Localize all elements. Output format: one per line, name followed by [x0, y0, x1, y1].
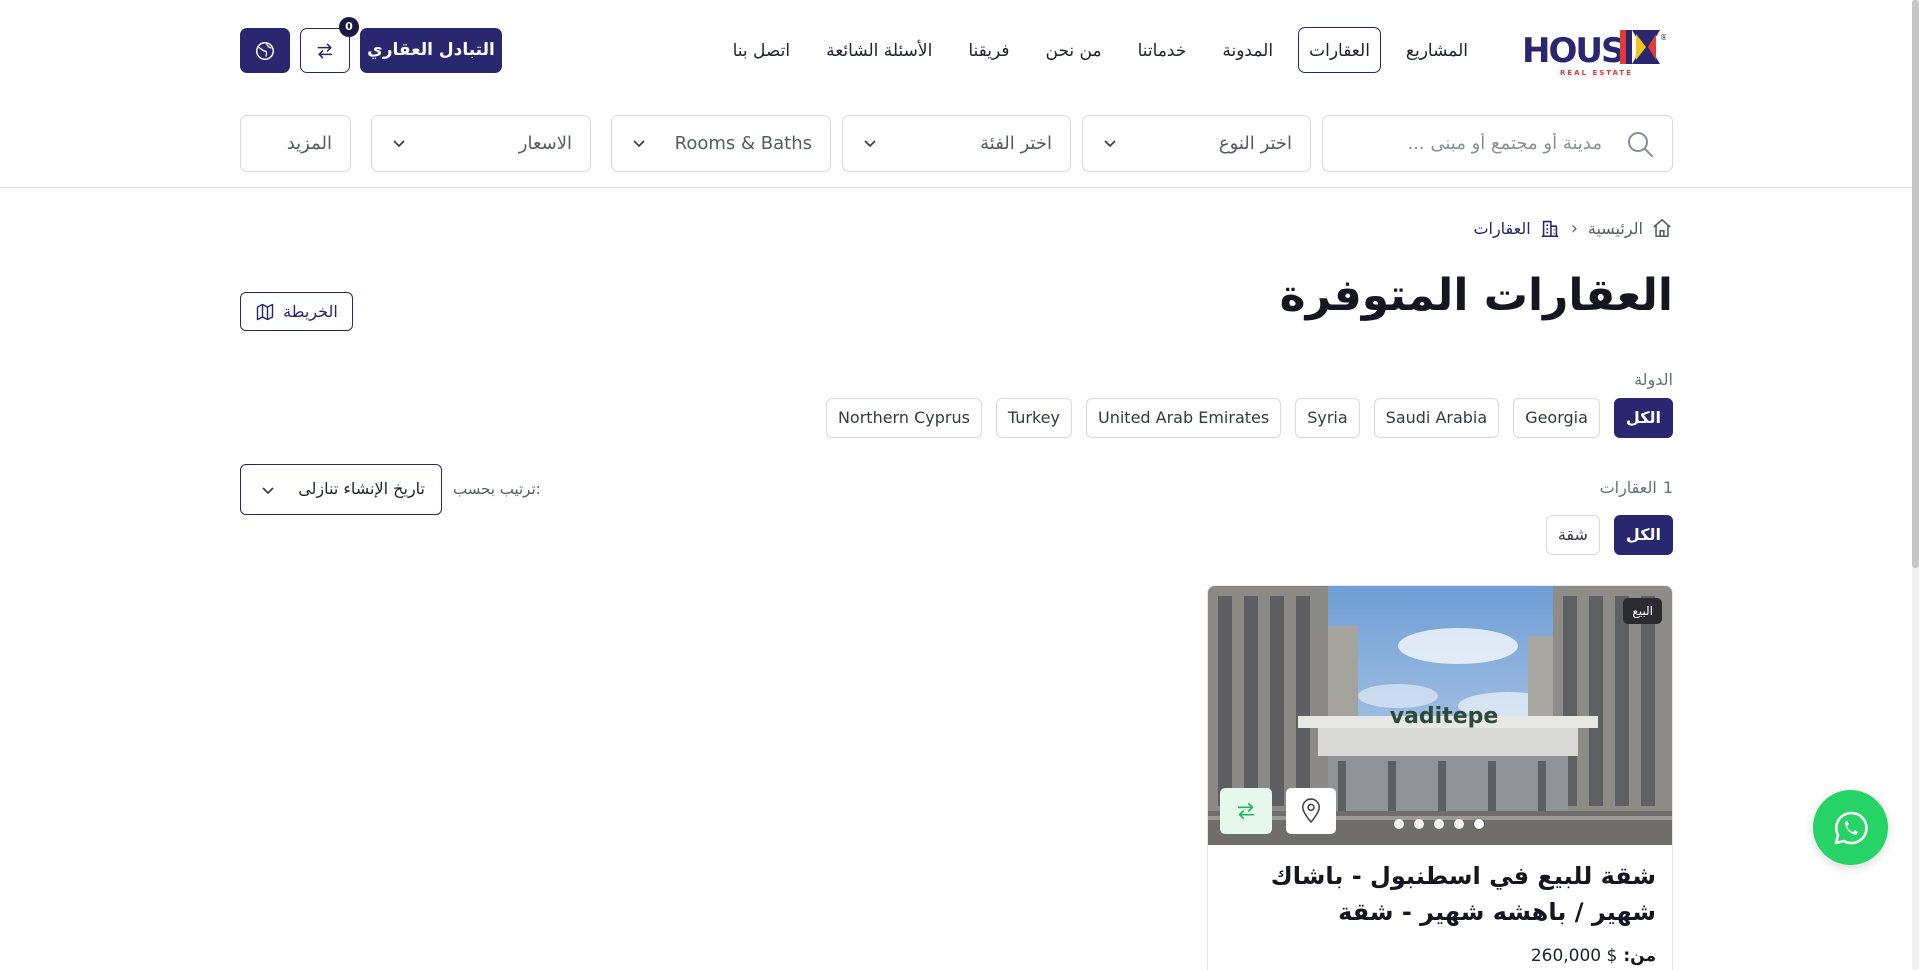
type-select[interactable]: اختر النوع [1082, 115, 1311, 172]
page: HOUS ® REAL ESTATE المشاريع العقارات الم… [0, 0, 1919, 970]
nav-item-about[interactable]: من نحن [1035, 27, 1113, 73]
carousel-dot[interactable] [1474, 819, 1484, 829]
nav-item-properties[interactable]: العقارات [1298, 27, 1381, 73]
category-select[interactable]: اختر الفئة [842, 115, 1071, 172]
price-prefix: من: [1623, 946, 1656, 966]
rooms-baths-select[interactable]: Rooms & Baths [611, 115, 831, 172]
property-image[interactable]: vaditepe البيع [1208, 586, 1672, 845]
property-card[interactable]: vaditepe البيع شقة للبيع في اسطنبول - با… [1207, 585, 1673, 970]
carousel-dot[interactable] [1414, 819, 1424, 829]
chevron-down-icon [864, 140, 876, 148]
nav-item-team[interactable]: فريقنا [957, 27, 1020, 73]
chevron-down-icon [393, 140, 405, 148]
nav-item-projects[interactable]: المشاريع [1395, 27, 1479, 73]
property-price: من: $ 260,000 [1531, 946, 1656, 966]
more-filters-label: المزيد [286, 133, 332, 154]
carousel-dot[interactable] [1454, 819, 1464, 829]
carousel-dot[interactable] [1434, 819, 1444, 829]
prices-select[interactable]: الاسعار [371, 115, 591, 172]
country-chip-georgia[interactable]: Georgia [1513, 398, 1600, 438]
logo-graphic: HOUS ® REAL ESTATE [1520, 26, 1666, 78]
country-chip-turkey[interactable]: Turkey [995, 398, 1072, 438]
header-divider [0, 187, 1919, 188]
results-count: 1 العقارات [1600, 478, 1673, 497]
main-nav: المشاريع العقارات المدونة خدماتنا من نحن… [722, 27, 1479, 73]
country-filter-label: الدولة [1634, 370, 1673, 389]
svg-text:HOUS: HOUS [1522, 31, 1623, 71]
svg-text:®: ® [1660, 33, 1666, 42]
swap-arrows-icon [1237, 802, 1255, 820]
country-chips: الكل Georgia Saudi Arabia Syria United A… [825, 398, 1673, 438]
home-icon [1653, 218, 1671, 238]
country-chip-uae[interactable]: United Arab Emirates [1086, 398, 1282, 438]
breadcrumb-home-label: الرئيسية [1587, 218, 1643, 238]
nav-item-blog[interactable]: المدونة [1211, 27, 1284, 73]
sort-select[interactable]: تاريخ الإنشاء تنازلى [240, 464, 442, 515]
search-icon [1628, 132, 1653, 157]
type-select-label: اختر النوع [1218, 133, 1292, 154]
sort-label: ترتيب بحسب: [453, 480, 541, 498]
breadcrumb-current: العقارات [1473, 217, 1560, 239]
image-carousel-dots [1394, 819, 1484, 829]
compare-count-badge: 0 [339, 17, 359, 37]
property-type-chips: الكل شقة [1545, 515, 1673, 555]
svg-text:REAL ESTATE: REAL ESTATE [1560, 69, 1633, 77]
prices-select-label: الاسعار [518, 133, 572, 154]
whatsapp-button[interactable] [1813, 790, 1888, 865]
page-title: العقارات المتوفرة [1279, 270, 1673, 321]
carousel-dot[interactable] [1394, 819, 1404, 829]
nav-item-faq[interactable]: الأسئلة الشائعة [815, 27, 943, 73]
breadcrumb-home[interactable]: الرئيسية [1588, 217, 1673, 239]
chevron-down-icon [1104, 140, 1116, 148]
whatsapp-icon [1834, 811, 1868, 844]
map-icon [256, 303, 274, 320]
property-sign-text: vaditepe [1390, 704, 1499, 729]
search-input[interactable] [1342, 116, 1602, 170]
page-scrollbar-thumb[interactable] [1912, 0, 1919, 568]
rooms-baths-select-label: Rooms & Baths [674, 133, 812, 154]
country-chip-saudi-arabia[interactable]: Saudi Arabia [1373, 398, 1500, 438]
country-chip-northern-cyprus[interactable]: Northern Cyprus [825, 398, 982, 438]
sale-badge: البيع [1623, 598, 1662, 624]
map-button-label: الخريطة [283, 302, 338, 321]
site-header: HOUS ® REAL ESTATE المشاريع العقارات الم… [0, 0, 1919, 100]
category-select-label: اختر الفئة [980, 133, 1052, 154]
more-filters-button[interactable]: المزيد [240, 115, 351, 172]
building-icon [1541, 220, 1558, 238]
nav-item-contact[interactable]: اتصل بنا [722, 27, 802, 73]
location-button[interactable] [1286, 788, 1336, 834]
filter-bar: المزيد الاسعار Rooms & Baths اختر الفئة … [240, 115, 1673, 172]
type-chip-apartment[interactable]: شقة [1545, 515, 1600, 555]
search-box [1322, 115, 1673, 172]
globe-icon [256, 41, 274, 60]
nav-item-services[interactable]: خدماتنا [1127, 27, 1198, 73]
breadcrumb: الرئيسية › العقارات [1473, 214, 1673, 242]
map-button[interactable]: الخريطة [240, 292, 353, 331]
property-photo: vaditepe [1208, 586, 1672, 845]
results-count-value: 1 [1662, 478, 1673, 497]
property-title[interactable]: شقة للبيع في اسطنبول - باشاك شهير / باهش… [1216, 858, 1656, 930]
results-count-label: العقارات [1599, 478, 1657, 497]
chevron-down-icon [633, 140, 645, 148]
language-button[interactable] [240, 28, 290, 73]
breadcrumb-current-label: العقارات [1473, 218, 1531, 238]
chevron-left-icon: › [1570, 217, 1578, 239]
sort-select-value: تاريخ الإنشاء تنازلى [298, 479, 425, 498]
country-chip-all[interactable]: الكل [1613, 398, 1673, 438]
add-to-compare-button[interactable] [1220, 788, 1272, 834]
chevron-down-icon [262, 487, 274, 495]
map-pin-icon [1301, 798, 1321, 824]
property-exchange-button[interactable]: التبادل العقاري [360, 28, 502, 73]
swap-arrows-icon [317, 43, 333, 58]
price-value: $ 260,000 [1530, 946, 1618, 966]
country-chip-syria[interactable]: Syria [1295, 398, 1360, 438]
type-chip-all[interactable]: الكل [1613, 515, 1673, 555]
site-logo[interactable]: HOUS ® REAL ESTATE [1520, 26, 1666, 78]
